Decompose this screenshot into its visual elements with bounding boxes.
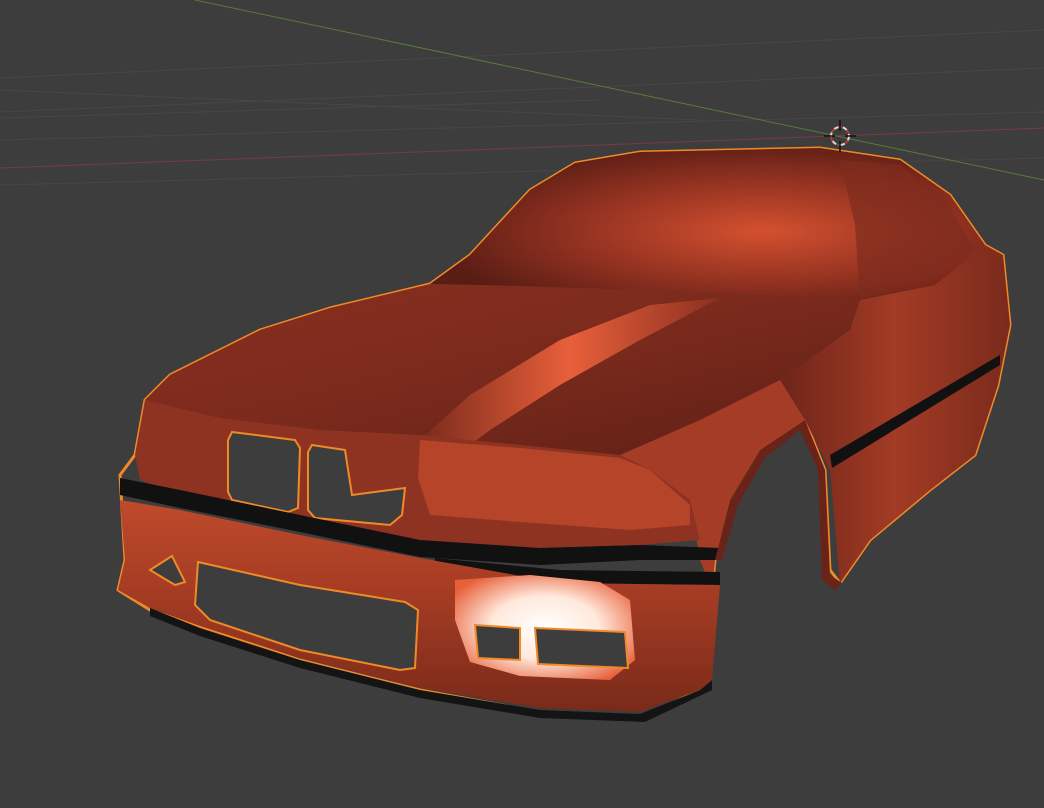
3d-viewport[interactable] bbox=[0, 0, 1044, 808]
grid-line bbox=[0, 111, 1044, 141]
left-kidney-grille bbox=[227, 430, 302, 514]
grid-line bbox=[0, 67, 1044, 113]
car-body-object[interactable] bbox=[116, 146, 1012, 722]
fog-light-left bbox=[473, 623, 521, 662]
viewport-canvas[interactable] bbox=[0, 0, 1044, 808]
fog-light-right bbox=[533, 626, 630, 670]
grid-line bbox=[0, 89, 701, 121]
grid-line bbox=[0, 29, 1044, 79]
y-axis-line bbox=[194, 0, 1044, 181]
